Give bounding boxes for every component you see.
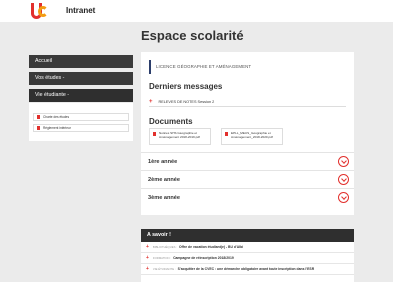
- accordion-label: 3ème année: [148, 194, 181, 201]
- pdf-icon: [37, 115, 40, 119]
- message-label: RELEVES DE NOTES Session 2: [158, 100, 215, 104]
- news-category: FORMATION :: [152, 256, 172, 260]
- message-item[interactable]: + RELEVES DE NOTES Session 2: [149, 98, 346, 107]
- top-bar: Intranet: [0, 0, 393, 22]
- sidebar-link-reglement[interactable]: Règlement intérieur: [33, 124, 129, 132]
- plus-icon: +: [146, 243, 149, 250]
- a-savoir-title: A savoir !: [141, 229, 354, 242]
- news-text: Campagne de réinscription 2018/2019: [173, 256, 234, 260]
- pdf-icon: [37, 126, 40, 130]
- a-savoir-panel: A savoir ! + BIBLIOTHÈQUES : Offre de va…: [141, 229, 354, 282]
- chevron-down-icon: [340, 193, 347, 200]
- news-text: Offre de vacation étudiant(e) - BU d'Alb…: [179, 245, 244, 249]
- news-text: S'acquitter de la CVEC : une démarche ob…: [177, 267, 315, 271]
- sidebar: Accueil Vos études - Vie étudiante - Cha…: [29, 55, 133, 141]
- sidebar-link-label: Charte des études: [43, 115, 70, 119]
- pdf-icon: [153, 132, 156, 136]
- document-link[interactable]: EPLL_MEUS_Géographie et Aménagement_2018…: [221, 128, 283, 145]
- document-link[interactable]: Notices SHS Géographie et Aménagement 20…: [149, 128, 211, 145]
- plus-icon: +: [146, 265, 149, 272]
- university-logo[interactable]: [31, 3, 48, 19]
- chevron-down-icon: [340, 157, 347, 164]
- page-title: Espace scolarité: [141, 28, 244, 43]
- chevron-down-icon: [340, 175, 347, 182]
- news-category: VIE ÉTUDIANTE :: [152, 267, 176, 271]
- pdf-icon: [225, 132, 228, 136]
- accordion-label: 1ère année: [148, 158, 178, 165]
- sidebar-link-charte[interactable]: Charte des études: [33, 113, 129, 121]
- accordion-year-3[interactable]: 3ème année: [141, 188, 354, 206]
- document-label: Notices SHS Géographie et Aménagement 20…: [159, 131, 200, 139]
- documents-title: Documents: [149, 117, 193, 126]
- sidebar-item-vie-etudiante[interactable]: Vie étudiante -: [29, 89, 133, 102]
- news-item[interactable]: + VIE ÉTUDIANTE : S'acquitter de la CVEC…: [141, 264, 354, 275]
- sidebar-subpanel: Charte des études Règlement intérieur: [29, 103, 133, 141]
- expand-button[interactable]: [338, 174, 349, 185]
- messages-title: Derniers messages: [149, 82, 223, 91]
- main-panel: LICENCE GÉOGRAPHIE ET AMÉNAGEMENT Dernie…: [141, 52, 354, 215]
- accordion-year-2[interactable]: 2ème année: [141, 170, 354, 188]
- breadcrumb: LICENCE GÉOGRAPHIE ET AMÉNAGEMENT: [149, 60, 346, 74]
- accordion-label: 2ème année: [148, 176, 181, 183]
- expand-button[interactable]: [338, 156, 349, 167]
- plus-icon: +: [149, 99, 153, 105]
- document-label: EPLL_MEUS_Géographie et Aménagement_2018…: [231, 131, 273, 139]
- app-title[interactable]: Intranet: [66, 6, 95, 15]
- accordion-year-1[interactable]: 1ère année: [141, 152, 354, 170]
- expand-button[interactable]: [338, 192, 349, 203]
- news-item[interactable]: + BIBLIOTHÈQUES : Offre de vacation étud…: [141, 242, 354, 253]
- sidebar-item-vos-etudes[interactable]: Vos études -: [29, 72, 133, 85]
- logo-c-shape: [38, 6, 48, 17]
- plus-icon: +: [146, 254, 149, 261]
- news-item[interactable]: + FORMATION : Campagne de réinscription …: [141, 253, 354, 264]
- sidebar-item-accueil[interactable]: Accueil: [29, 55, 133, 68]
- sidebar-link-label: Règlement intérieur: [43, 126, 71, 130]
- news-category: BIBLIOTHÈQUES :: [152, 245, 178, 249]
